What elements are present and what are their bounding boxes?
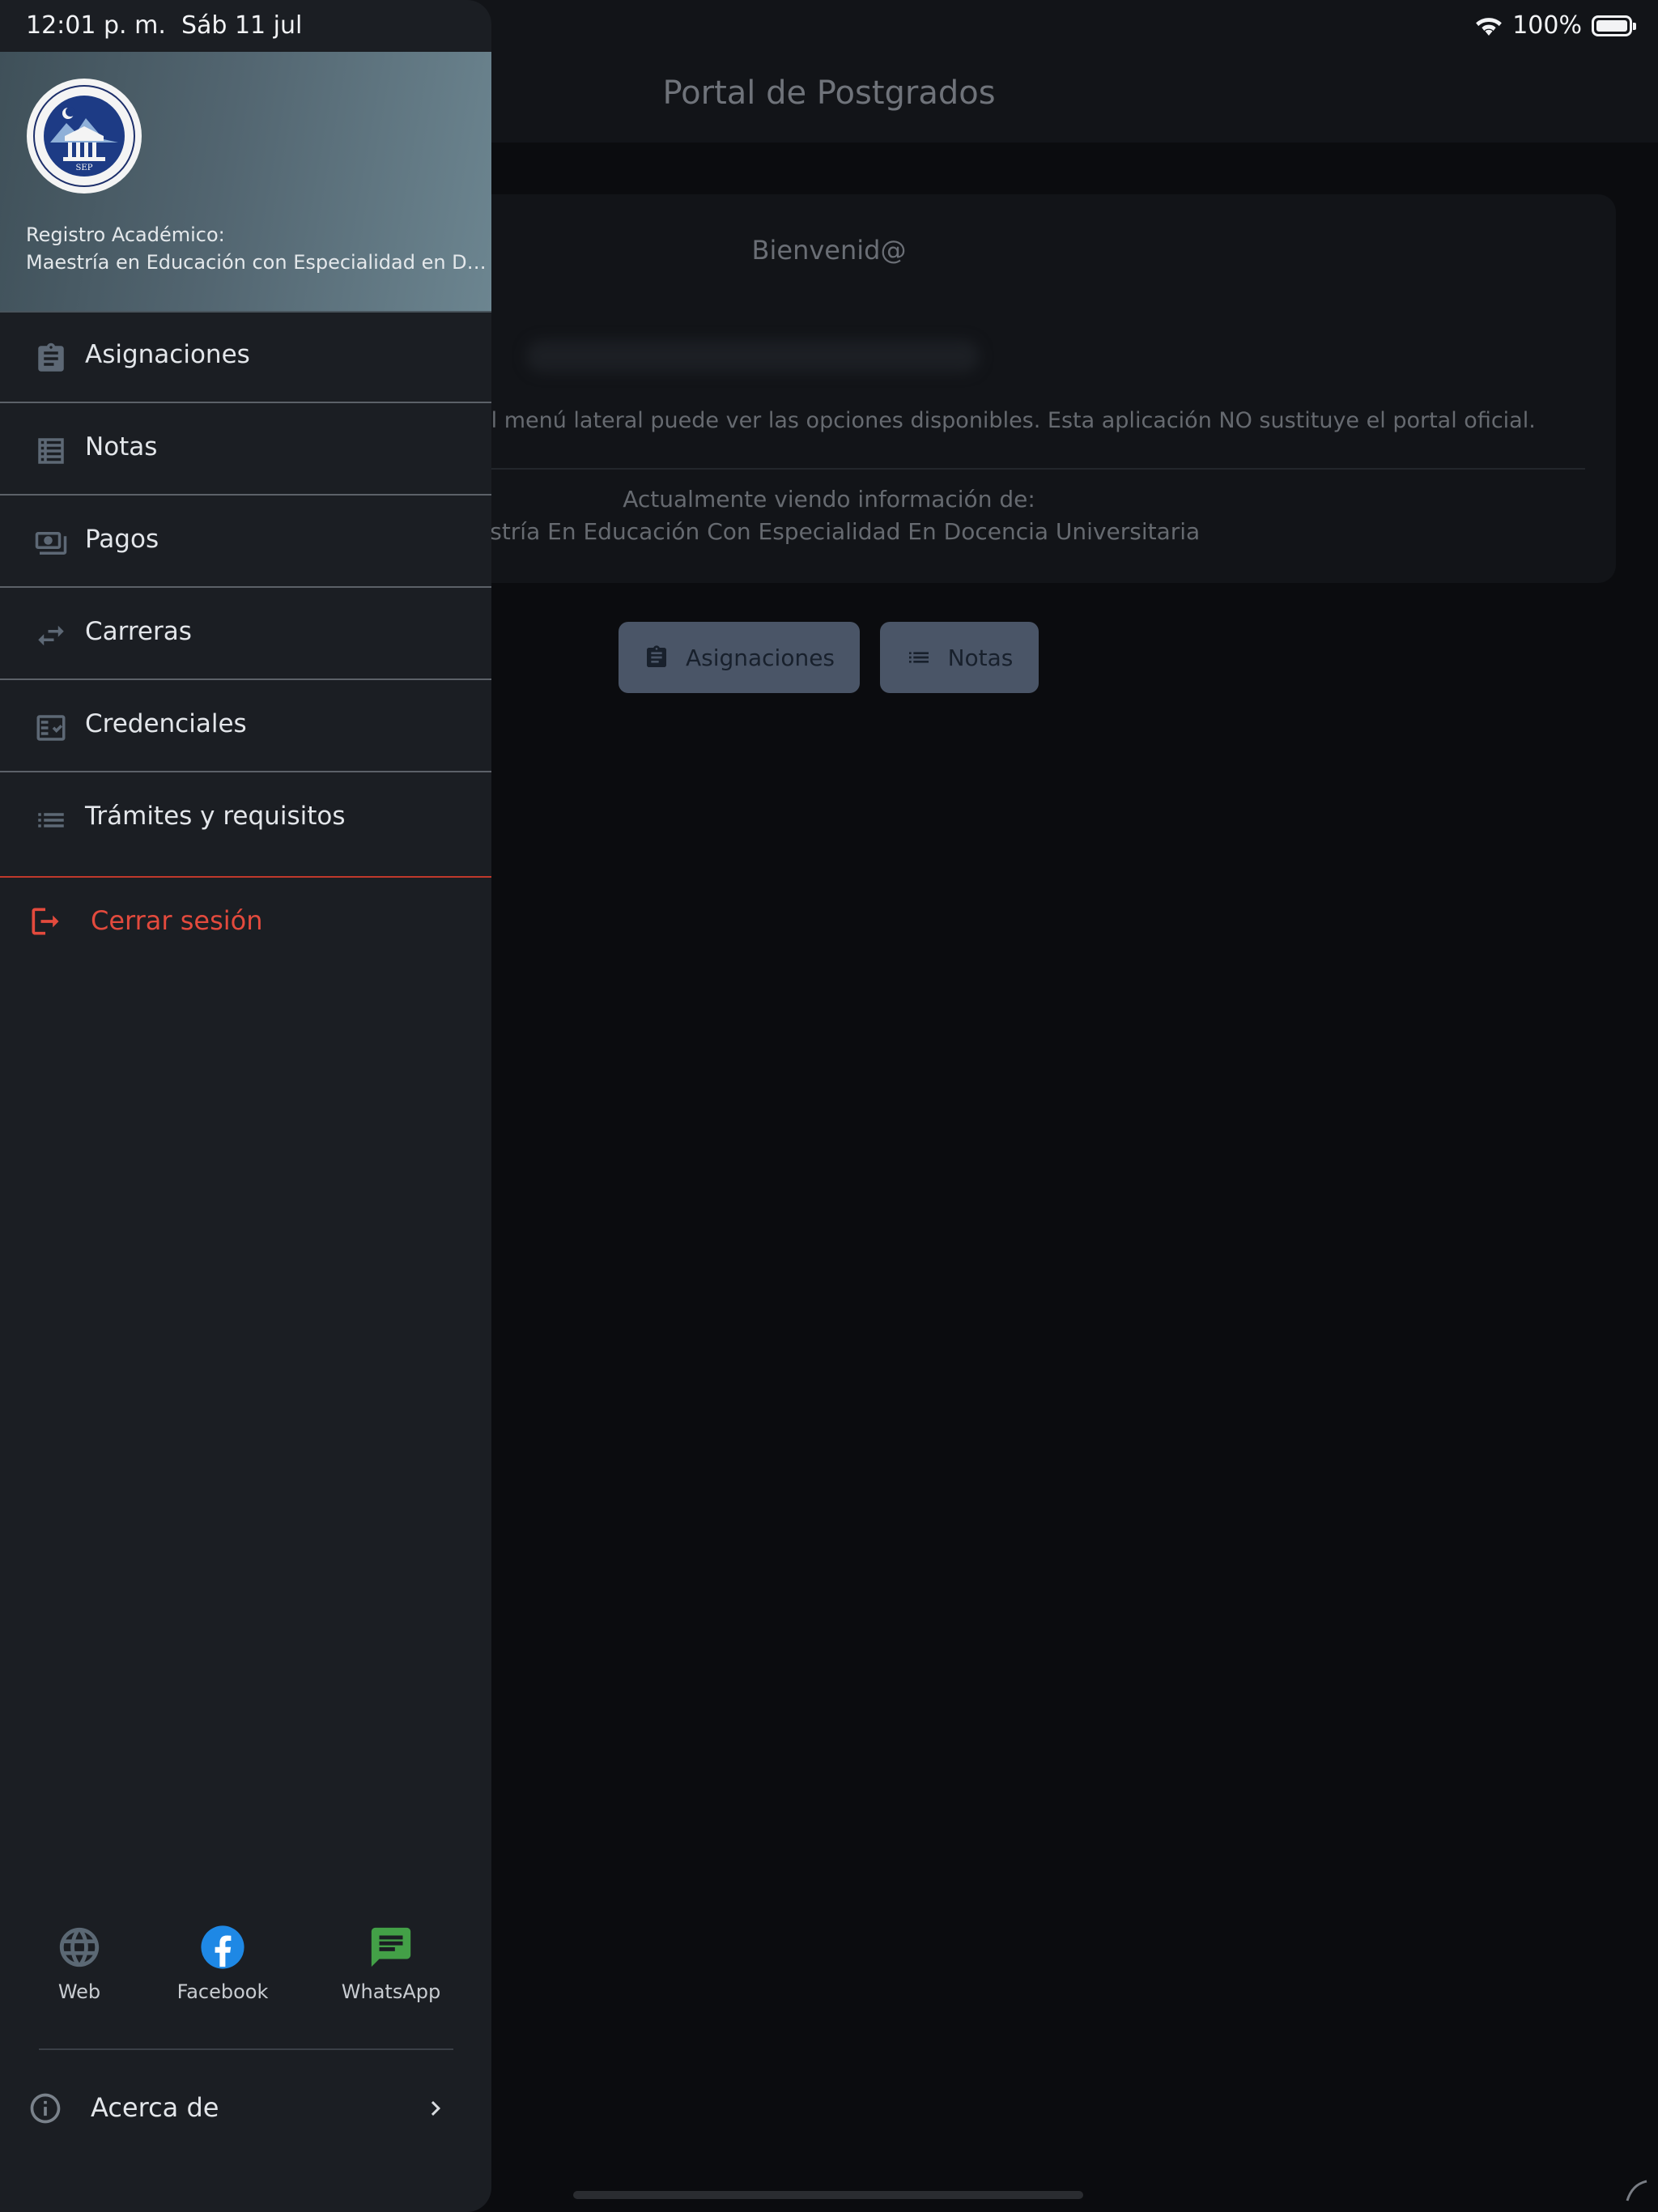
asignaciones-button-label: Asignaciones xyxy=(685,644,835,671)
menu-item-label: Pagos xyxy=(85,525,159,554)
social-link-whatsapp[interactable]: WhatsApp xyxy=(318,1924,464,2003)
drawer-header: SEP Registro Académico: Maestría en Educ… xyxy=(0,52,491,313)
about-label: Acerca de xyxy=(91,2092,219,2123)
student-name-blurred xyxy=(526,340,980,372)
globe-icon xyxy=(59,1927,100,1967)
status-bar-time: 12:01 p. m. Sáb 11 jul xyxy=(26,11,303,40)
logout-label: Cerrar sesión xyxy=(91,905,263,936)
list-icon xyxy=(908,652,929,663)
logout-divider xyxy=(0,876,491,878)
about-button[interactable]: Acerca de xyxy=(0,2073,491,2150)
menu-item-notas[interactable]: Notas xyxy=(0,405,491,496)
status-bar-right: 100% xyxy=(1475,11,1636,40)
menu-item-label: Notas xyxy=(85,432,158,462)
list-icon xyxy=(34,803,68,837)
social-link-web[interactable]: Web xyxy=(6,1924,152,2003)
card-divider xyxy=(486,468,1585,470)
info-icon xyxy=(30,2093,61,2124)
notas-button-label: Notas xyxy=(947,644,1014,671)
chevron-right-icon xyxy=(431,2101,440,2116)
notas-button[interactable]: Notas xyxy=(880,622,1039,693)
menu-item-label: Carreras xyxy=(85,617,192,646)
wifi-icon xyxy=(1476,17,1503,36)
menu-item-tramites[interactable]: Trámites y requisitos xyxy=(0,774,491,865)
menu-item-label: Credenciales xyxy=(85,709,247,738)
clipboard-icon xyxy=(34,342,68,376)
fact-check-icon xyxy=(34,711,68,745)
menu-item-carreras[interactable]: Carreras xyxy=(0,589,491,680)
viewing-value: estría En Educación Con Especialidad En … xyxy=(476,518,1201,545)
info-text: el menú lateral puede ver las opciones d… xyxy=(478,408,1536,433)
social-label: Web xyxy=(57,1980,101,2003)
menu-item-credenciales[interactable]: Credenciales xyxy=(0,682,491,772)
menu-item-pagos[interactable]: Pagos xyxy=(0,497,491,588)
battery-icon xyxy=(1592,15,1636,36)
navigation-drawer: SEP Registro Académico: Maestría en Educ… xyxy=(0,0,491,2212)
menu-item-label: Asignaciones xyxy=(85,340,250,369)
home-indicator xyxy=(573,2191,1083,2199)
social-link-facebook[interactable]: Facebook xyxy=(150,1924,295,2003)
battery-percent: 100% xyxy=(1512,11,1582,40)
menu-item-label: Trámites y requisitos xyxy=(85,802,346,831)
menu-item-asignaciones[interactable]: Asignaciones xyxy=(0,313,491,403)
table-icon xyxy=(34,434,68,468)
registro-value: Maestría en Educación con Especialidad e… xyxy=(26,251,487,274)
chat-icon xyxy=(371,1927,411,1967)
payments-icon xyxy=(34,526,68,560)
clipboard-icon xyxy=(646,645,666,667)
asignaciones-button[interactable]: Asignaciones xyxy=(619,622,860,693)
corner-handle-icon xyxy=(1626,2180,1647,2201)
logout-icon xyxy=(28,904,63,939)
social-label: WhatsApp xyxy=(341,1980,441,2003)
university-seal-logo: SEP xyxy=(27,79,142,194)
svg-text:SEP: SEP xyxy=(76,164,93,172)
registro-label: Registro Académico: xyxy=(26,223,225,246)
social-label: Facebook xyxy=(176,1980,269,2003)
facebook-icon xyxy=(201,1925,244,1969)
logout-button[interactable]: Cerrar sesión xyxy=(0,879,491,970)
swap-icon xyxy=(34,619,68,653)
bottom-divider xyxy=(39,2048,453,2050)
